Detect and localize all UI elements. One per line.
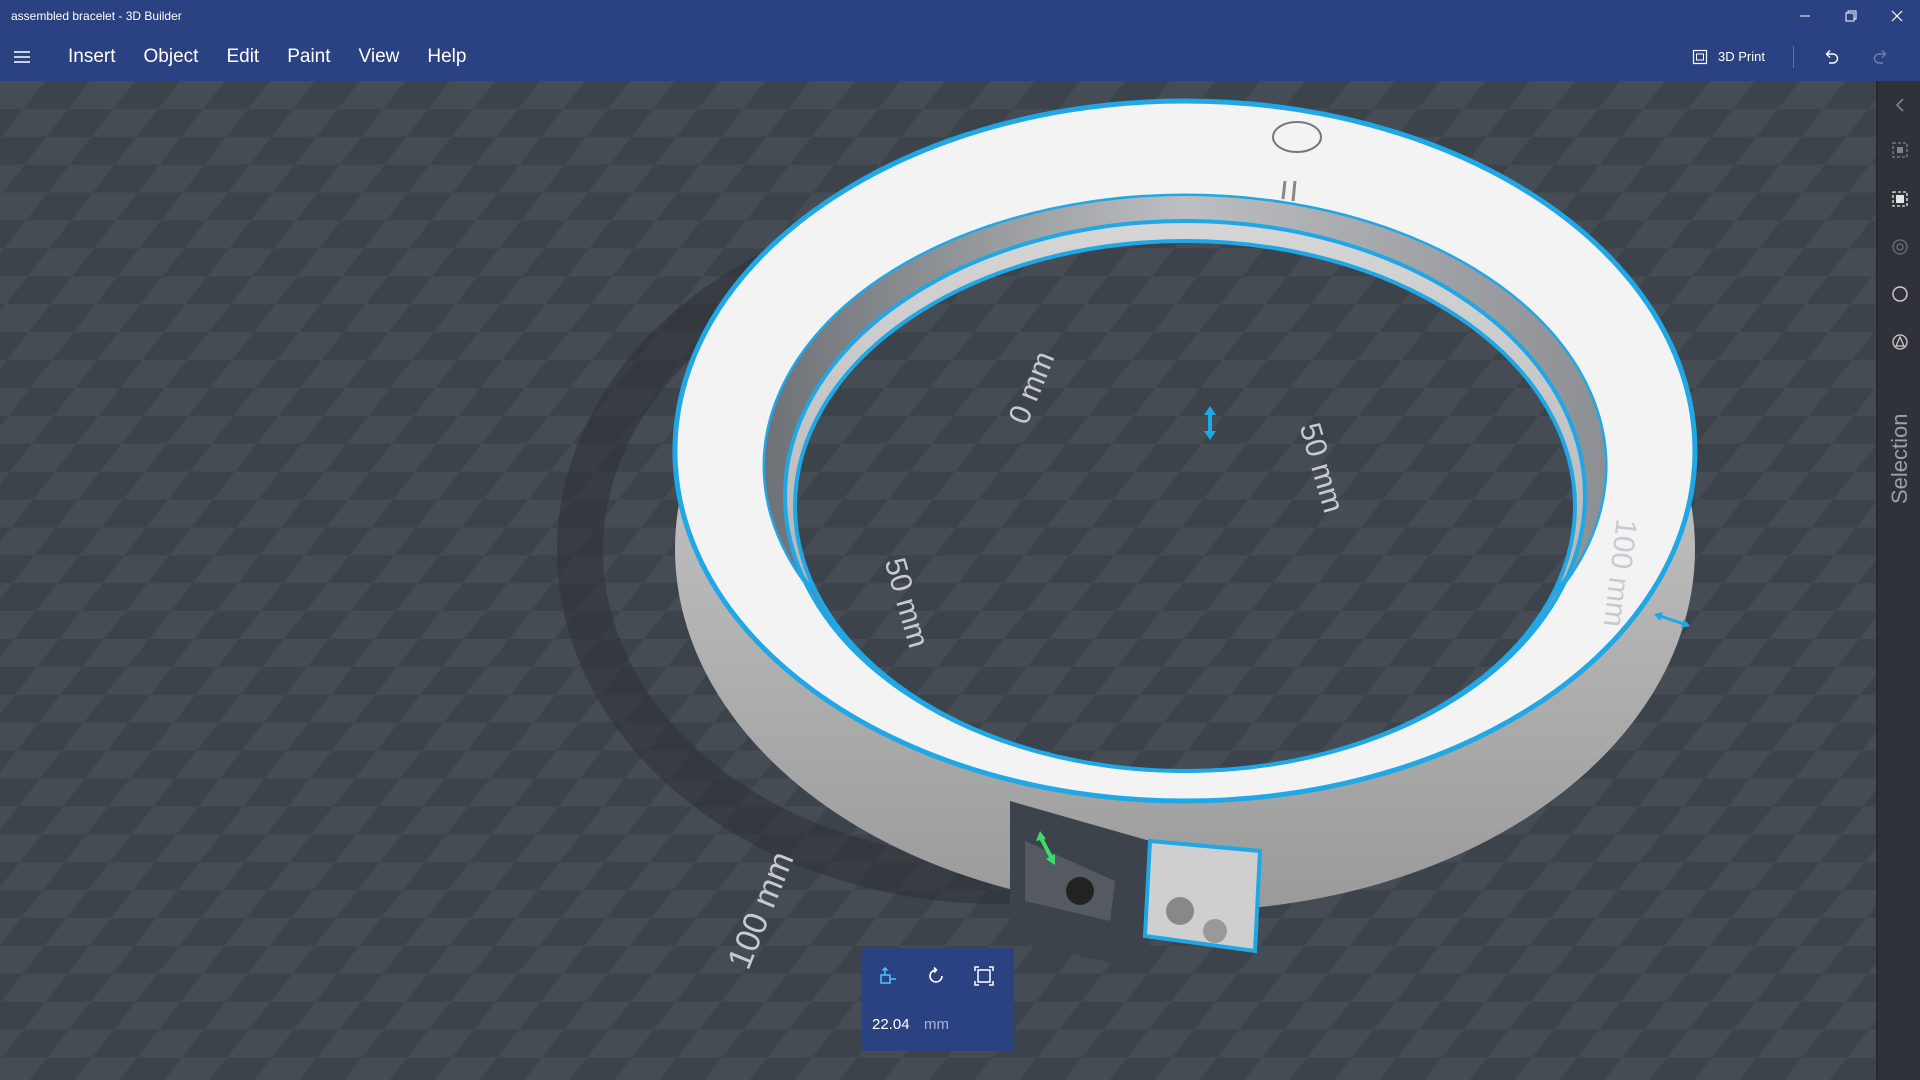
scale-icon [974, 966, 994, 986]
move-tool-button[interactable] [874, 962, 902, 990]
3d-print-label: 3D Print [1718, 49, 1765, 64]
joint-peg-hole-1 [1066, 877, 1094, 905]
move-icon [880, 966, 896, 984]
transform-value-input[interactable]: 22.04 [872, 1016, 910, 1033]
paint-select-icon [1892, 334, 1908, 350]
menu-bar: Insert Object Edit Paint View Help 3D Pr… [0, 32, 1920, 81]
rotate-tool-button[interactable] [922, 962, 950, 990]
restore-button[interactable] [1828, 0, 1874, 32]
scene-canvas[interactable] [0, 81, 1876, 1080]
menu-help[interactable]: Help [427, 46, 466, 68]
close-icon [1891, 10, 1903, 22]
collapse-arrow-icon [1895, 98, 1904, 112]
command-bar-right: 3D Print [1692, 32, 1920, 81]
select-edges-icon [1892, 239, 1908, 255]
menu-paint[interactable]: Paint [287, 46, 330, 68]
notch-mark-2 [1291, 180, 1297, 202]
selection-panel-label: Selection [1887, 413, 1912, 504]
3d-print-button[interactable]: 3D Print [1692, 49, 1765, 65]
selection-side-panel: Selection [1876, 81, 1920, 1080]
title-bar: assembled bracelet - 3D Builder [0, 0, 1920, 32]
window-controls [1782, 0, 1920, 32]
undo-icon [1825, 49, 1839, 64]
joint-right-end [1142, 838, 1263, 954]
select-object-button[interactable] [1878, 138, 1920, 162]
select-object-icon [1892, 142, 1908, 158]
select-edges-button[interactable] [1878, 235, 1920, 259]
menu-insert[interactable]: Insert [68, 46, 116, 68]
redo-icon [1873, 49, 1887, 64]
printer-icon [1692, 49, 1708, 64]
toolbar-divider [1793, 45, 1794, 68]
rotate-icon [929, 966, 943, 983]
hamburger-icon [14, 50, 30, 63]
hamburger-menu-button[interactable] [2, 32, 42, 81]
select-faces-icon [1892, 191, 1908, 207]
select-faces-button[interactable] [1878, 187, 1920, 211]
menu-object[interactable]: Object [144, 46, 199, 68]
paint-select-button[interactable] [1878, 330, 1920, 354]
menu-view[interactable]: View [359, 46, 400, 68]
panel-collapse-button[interactable] [1878, 93, 1920, 117]
undo-button[interactable] [1820, 46, 1842, 68]
circle-select-button[interactable] [1878, 282, 1920, 306]
3d-viewport[interactable]: 0 mm 50 mm 50 mm 100 mm 100 mm 22.04 mm [0, 81, 1876, 1080]
window-title: assembled bracelet - 3D Builder [11, 9, 182, 23]
restore-icon [1845, 10, 1857, 22]
circle-select-icon [1892, 286, 1908, 302]
scale-tool-button[interactable] [970, 962, 998, 990]
close-button[interactable] [1874, 0, 1920, 32]
joint-peg-1 [1166, 897, 1194, 925]
menu-edit[interactable]: Edit [226, 46, 259, 68]
minimize-icon [1800, 15, 1810, 17]
inner-floor [795, 241, 1575, 771]
minimize-button[interactable] [1782, 0, 1828, 32]
joint-peg-2 [1203, 919, 1227, 943]
transform-panel: 22.04 mm [862, 948, 1014, 1051]
redo-button[interactable] [1870, 46, 1892, 68]
transform-unit-label: mm [924, 1016, 949, 1033]
notch-mark-1 [1281, 180, 1287, 200]
